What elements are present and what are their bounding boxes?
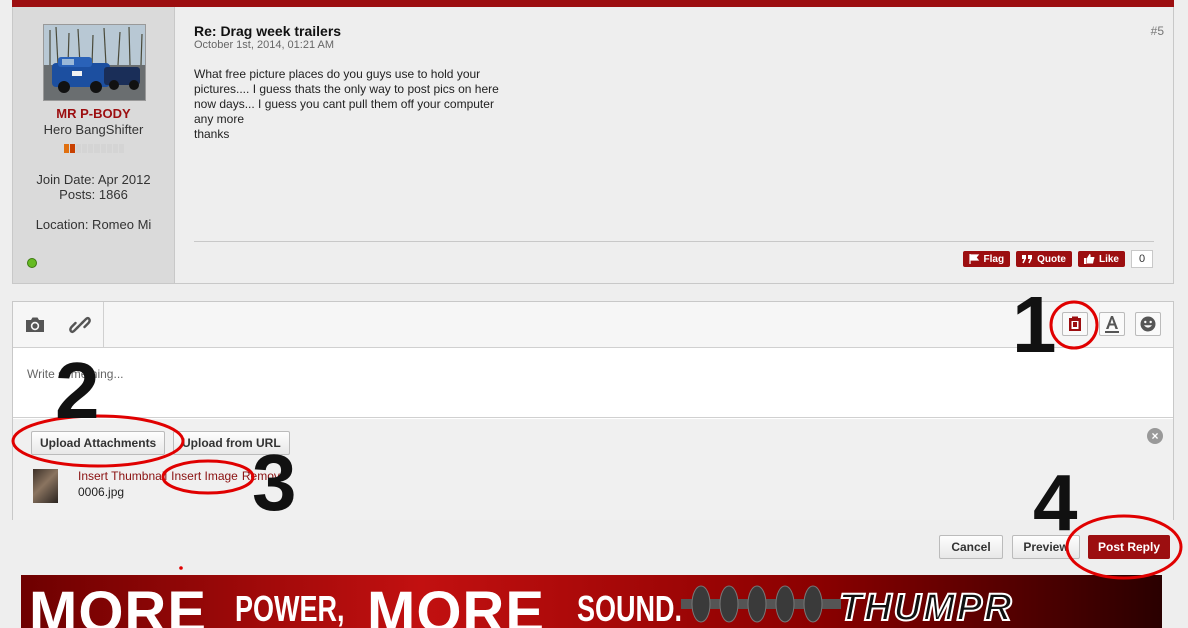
post-body-line: What free picture places do you guys use… [194,67,481,81]
remove-attachment-link[interactable]: Remove [242,469,287,483]
attachment-thumbnail [33,469,58,503]
like-label: Like [1098,253,1119,265]
banner-more-text: MORE [29,580,207,628]
cancel-button[interactable]: Cancel [939,535,1003,559]
banner-power-text: POWER, [235,588,345,628]
thumbs-up-icon [1083,254,1095,264]
post-date: October 1st, 2014, 01:21 AM [194,39,335,51]
user-location: Location: Romeo Mi [35,217,152,232]
attachment-filename: 0006.jpg [78,485,125,499]
font-format-icon [1105,316,1119,333]
link-icon[interactable] [69,314,91,336]
insert-thumbnail-link[interactable]: Insert Thumbnail [78,469,167,483]
clipboard-icon [1069,316,1081,331]
quote-icon [1022,255,1033,264]
flag-icon [968,254,979,264]
top-accent-bar [12,0,1174,7]
smiley-icon [1140,316,1156,332]
camshaft-image [681,585,841,623]
advertisement-banner[interactable]: MORE POWER, MORE SOUND. THUMPR [21,575,1162,628]
user-info-panel: MR P-BODY Hero BangShifter Join Date: Ap… [13,7,175,283]
post-number-link[interactable]: #5 [1151,24,1164,38]
flag-button[interactable]: Flag [962,251,1011,267]
upload-attachments-button[interactable]: Upload Attachments [31,431,166,455]
text-format-button[interactable] [1099,312,1125,336]
preview-button[interactable]: Preview [1012,535,1080,559]
username[interactable]: MR P-BODY [13,106,174,121]
post-reply-button[interactable]: Post Reply [1088,535,1170,559]
post-body-line: thanks [194,127,230,141]
reply-placeholder: Write something... [27,367,124,381]
reply-textarea[interactable]: Write something... [13,348,1173,418]
close-attachments-icon[interactable]: × [1147,428,1163,444]
like-count: 0 [1131,250,1153,268]
paste-clipboard-button[interactable] [1062,312,1088,336]
annotation-dot [179,566,183,570]
emoji-button[interactable] [1135,312,1161,336]
post-title: Re: Drag week trailers [194,23,342,39]
post-body: What free picture places do you guys use… [194,67,554,142]
like-button[interactable]: Like [1077,251,1125,267]
camera-icon[interactable] [24,314,46,336]
attachment-links: Insert Thumbnail Insert Image Remove [78,469,287,483]
join-date: Join Date: Apr 2012 [36,172,151,187]
post-divider [194,241,1154,242]
quote-label: Quote [1037,253,1066,265]
flag-label: Flag [983,253,1005,265]
post-body-line: pictures.... I guess thats the only way … [194,82,499,96]
post-body-line: now days... I guess you cant pull them o… [194,97,494,111]
online-status-icon [27,258,37,268]
user-title: Hero BangShifter [43,122,144,137]
toolbar-media-group [13,302,104,347]
banner-sound-text: SOUND. [577,588,683,628]
forum-post: MR P-BODY Hero BangShifter Join Date: Ap… [12,7,1174,284]
editor-toolbar [13,302,1173,348]
reply-editor: Write something... Upload Attachments Up… [12,301,1174,520]
post-body-line: any more [194,112,245,126]
post-count: Posts: 1866 [59,187,128,202]
quote-button[interactable]: Quote [1016,251,1072,267]
banner-brand-logo: THUMPR [838,586,1014,628]
insert-image-link[interactable]: Insert Image [171,469,238,483]
banner-more-text-2: MORE [367,580,545,628]
reputation-bar [64,144,124,153]
attachments-panel: Upload Attachments Upload from URL × Ins… [13,419,1173,520]
upload-from-url-button[interactable]: Upload from URL [173,431,290,455]
avatar[interactable] [43,24,146,101]
post-actions: Flag Quote Like 0 [962,250,1153,268]
